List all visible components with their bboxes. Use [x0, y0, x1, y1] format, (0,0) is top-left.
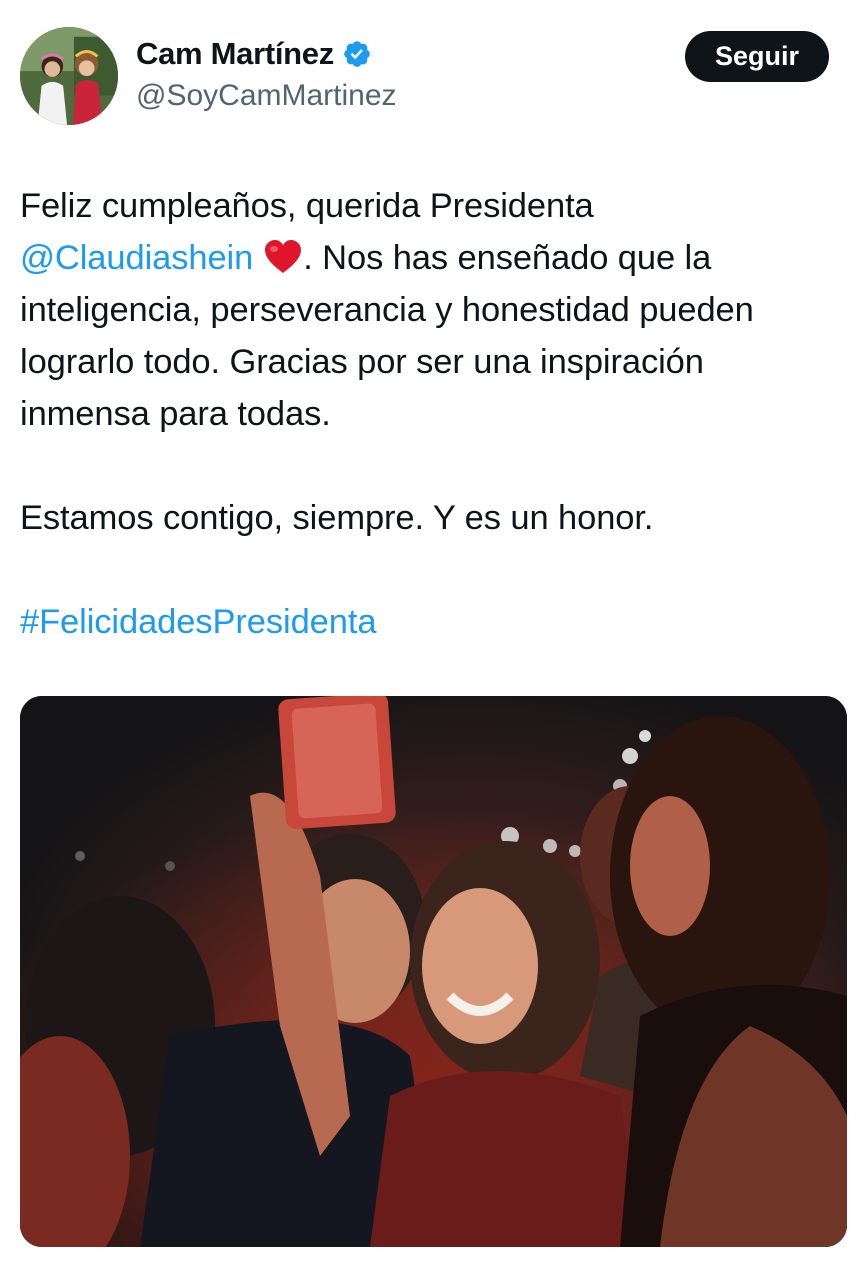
author-handle[interactable]: @SoyCamMartinez	[136, 79, 397, 113]
tweet-hashtag-line: #FelicidadesPresidenta	[20, 596, 860, 648]
tweet-line: lograrlo todo. Gracias por ser una inspi…	[20, 343, 704, 381]
tweet-line-rest: . Nos has enseñado que la	[303, 239, 712, 277]
tweet-text: Feliz cumpleaños, querida Presidenta @Cl…	[20, 180, 860, 648]
tweet-line: Estamos contigo, siempre. Y es un honor.	[20, 499, 654, 537]
selfie-photo	[20, 696, 847, 1247]
verified-badge-icon	[342, 39, 372, 69]
mention-link[interactable]: @Claudiashein	[20, 239, 253, 277]
author-name-row: Cam Martínez	[136, 36, 372, 72]
tweet-line: Feliz cumpleaños, querida Presidenta	[20, 187, 594, 225]
avatar-photo	[20, 27, 118, 125]
red-heart-icon	[263, 238, 303, 274]
hashtag-link[interactable]: #FelicidadesPresidenta	[20, 603, 377, 641]
follow-button[interactable]: Seguir	[685, 31, 829, 82]
author-avatar[interactable]	[20, 27, 118, 125]
tweet-line: @Claudiashein . Nos has enseñado que la	[20, 232, 860, 284]
author-display-name[interactable]: Cam Martínez	[136, 36, 334, 72]
tweet-line: inmensa para todas.	[20, 395, 331, 433]
tweet-media-photo[interactable]	[20, 696, 847, 1247]
tweet-line: inteligencia, perseverancia y honestidad…	[20, 291, 754, 329]
